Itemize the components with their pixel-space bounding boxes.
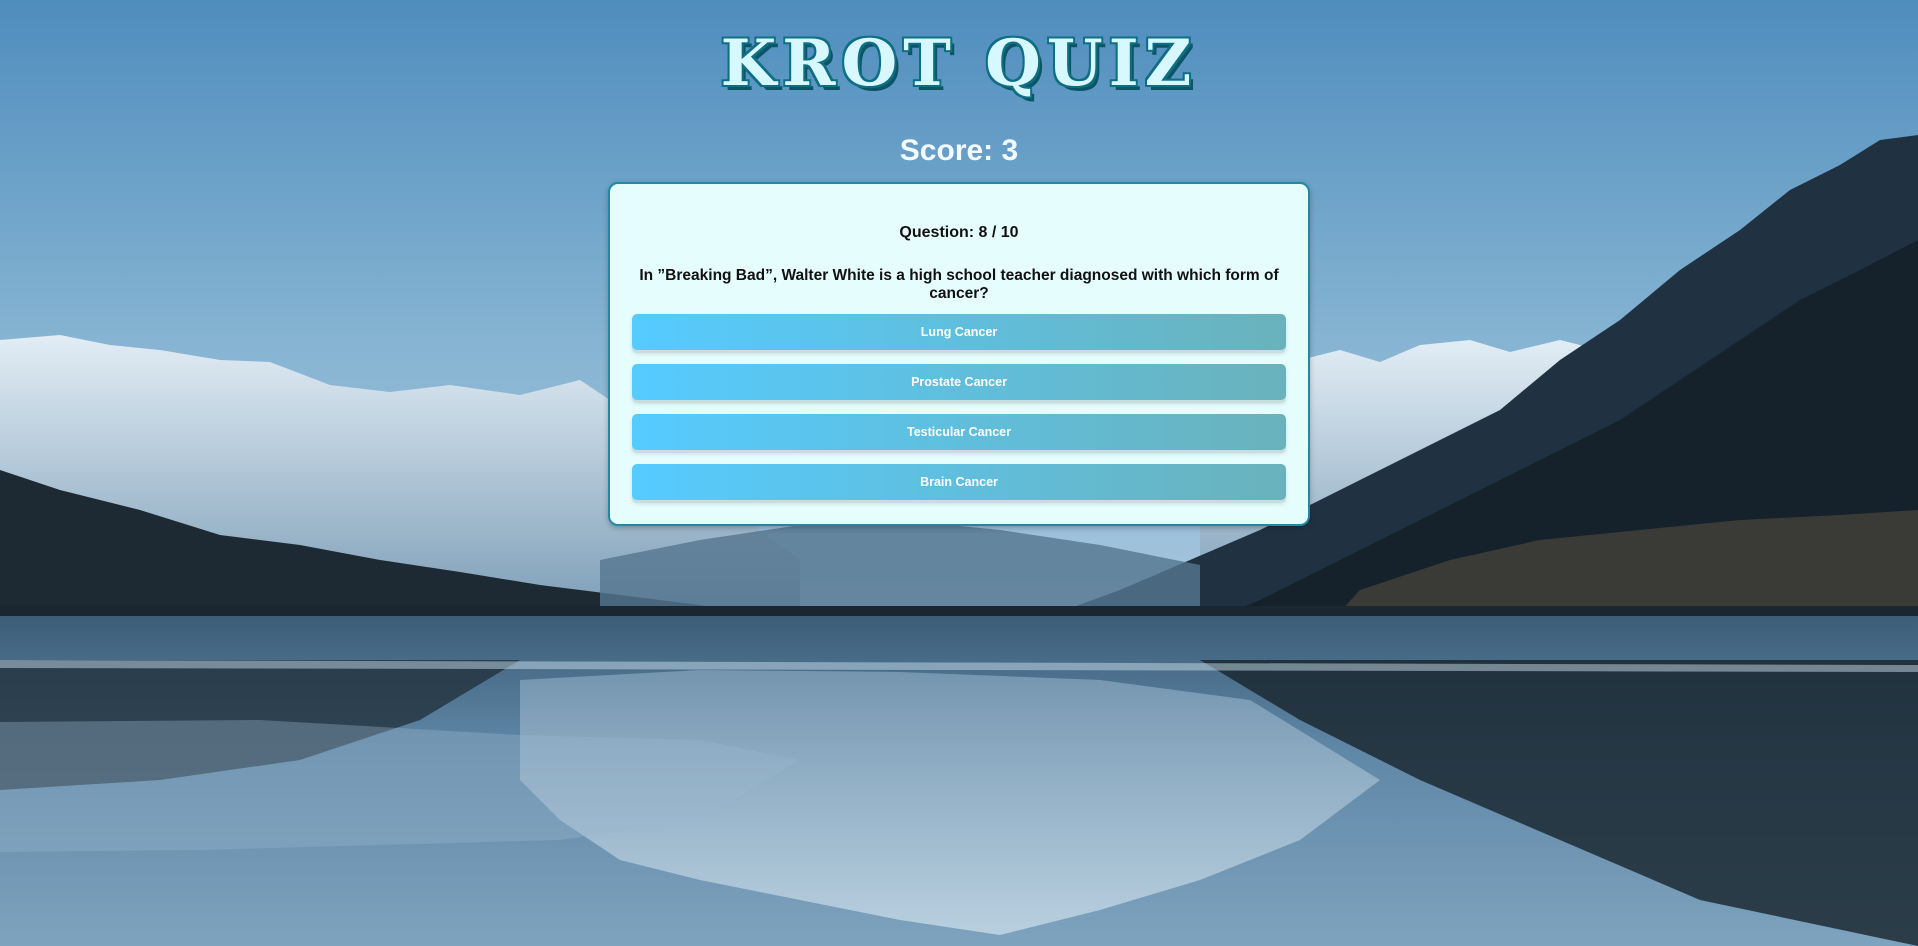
quiz-card: Question: 8 / 10 In ”Breaking Bad”, Walt… xyxy=(608,182,1310,526)
question-text: In ”Breaking Bad”, Walter White is a hig… xyxy=(639,267,1279,302)
answer-button-brain-cancer[interactable]: Brain Cancer xyxy=(632,464,1286,500)
question-progress: Question: 8 / 10 xyxy=(899,224,1019,241)
answer-button-testicular-cancer[interactable]: Testicular Cancer xyxy=(632,414,1286,450)
answer-list: Lung Cancer Prostate Cancer Testicular C… xyxy=(632,314,1286,514)
answer-button-lung-cancer[interactable]: Lung Cancer xyxy=(632,314,1286,350)
app-title: KROT QUIZ xyxy=(720,26,1198,101)
answer-button-prostate-cancer[interactable]: Prostate Cancer xyxy=(632,364,1286,400)
score-label: Score: 3 xyxy=(899,134,1019,167)
